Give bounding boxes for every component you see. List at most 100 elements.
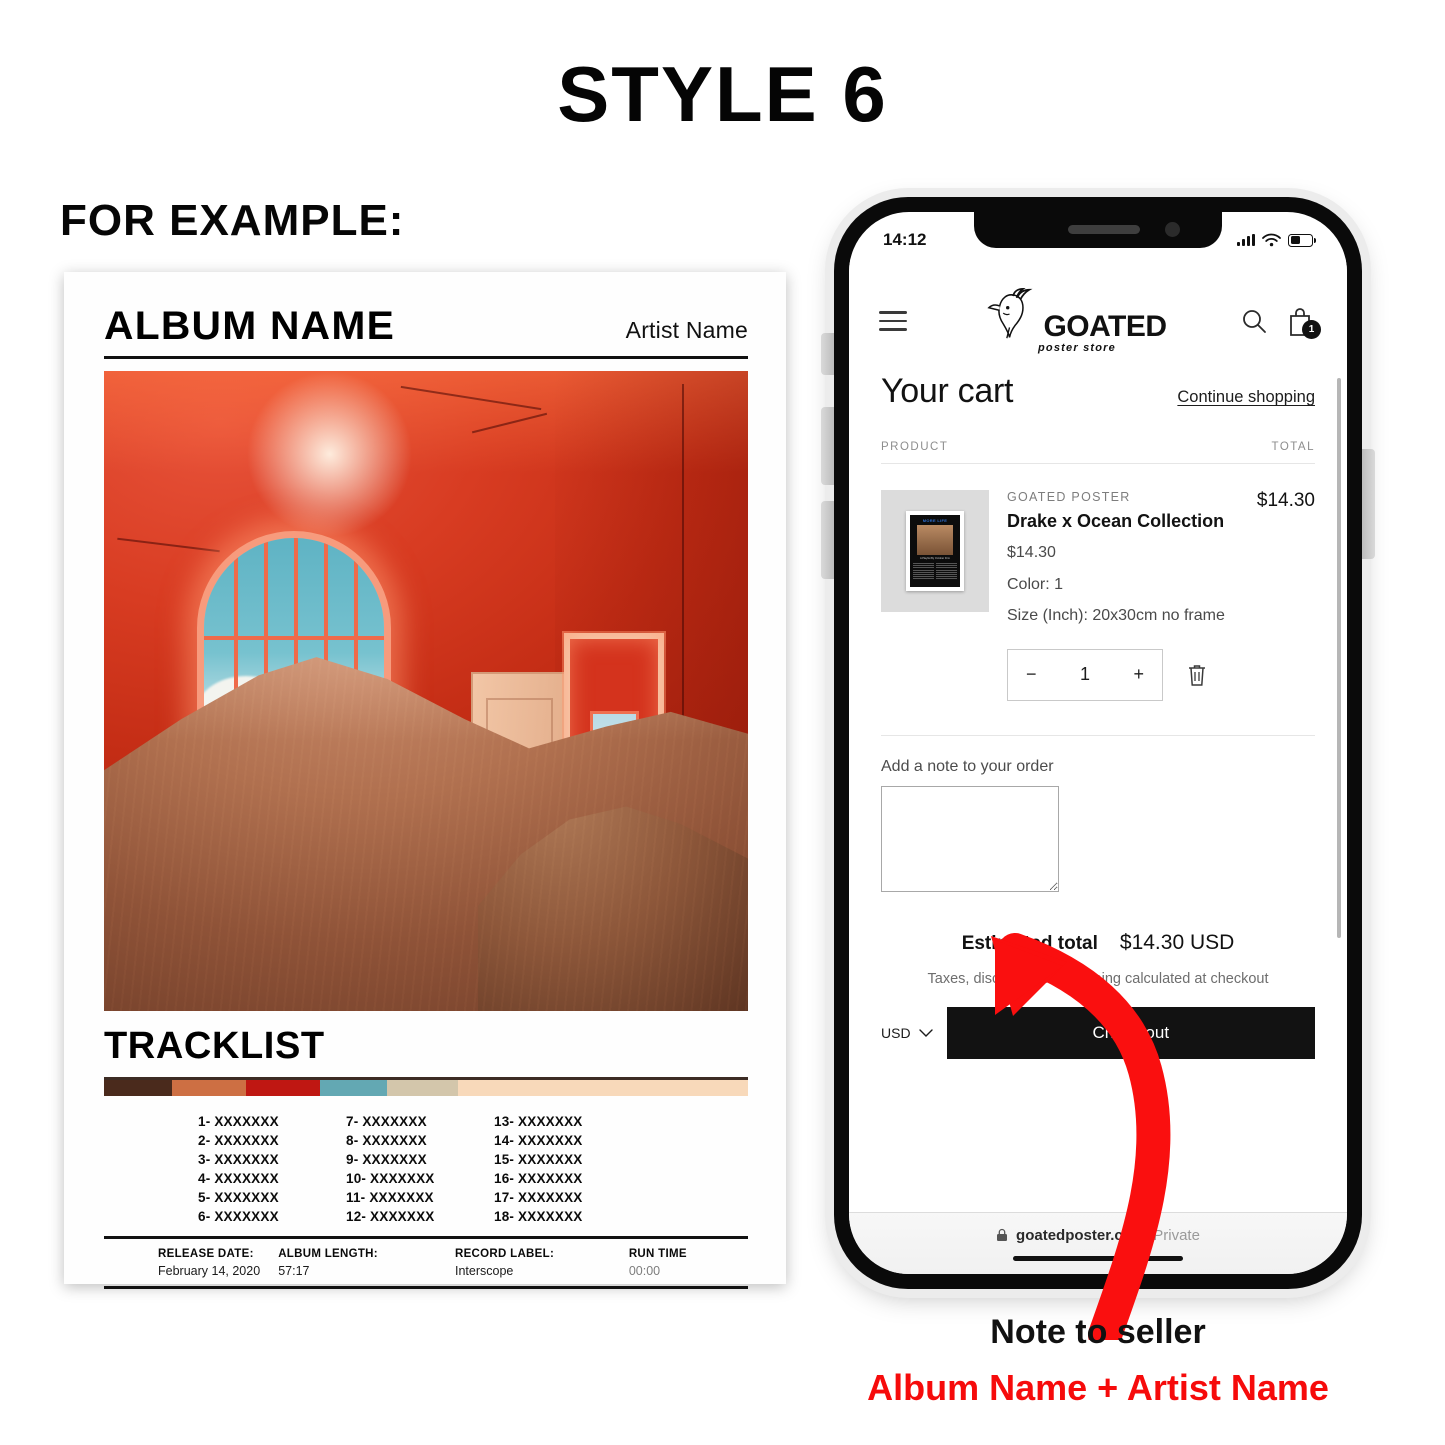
logo-wordmark: GOATED bbox=[1043, 310, 1167, 343]
thumbnail-photo bbox=[917, 525, 953, 555]
quantity-decrease-button[interactable]: − bbox=[1026, 664, 1037, 685]
artwork-sunlight-glow bbox=[245, 371, 414, 538]
thumbnail-tracklist bbox=[913, 563, 957, 584]
palette-swatch bbox=[245, 1080, 320, 1096]
quantity-increase-button[interactable]: + bbox=[1133, 664, 1144, 685]
page-scrollbar[interactable] bbox=[1337, 378, 1341, 938]
note-label: Add a note to your order bbox=[881, 757, 1054, 775]
track-item: 10- XXXXXXX bbox=[346, 1171, 435, 1186]
cart-title: Your cart bbox=[881, 372, 1014, 410]
track-item: 15- XXXXXXX bbox=[494, 1152, 583, 1167]
artwork-crack bbox=[681, 383, 684, 717]
track-item: 9- XXXXXXX bbox=[346, 1152, 427, 1167]
estimated-total-label: Estimated total bbox=[961, 932, 1098, 954]
poster-tracklist-title: TRACKLIST bbox=[104, 1025, 325, 1067]
tracklist-column-3: 13- XXXXXXX 14- XXXXXXX 15- XXXXXXX 16- … bbox=[494, 1114, 654, 1224]
currency-selector[interactable]: USD bbox=[881, 1025, 933, 1041]
for-example-label: FOR EXAMPLE: bbox=[60, 196, 405, 245]
cart-section: Your cart Continue shopping PRODUCT TOTA… bbox=[849, 362, 1347, 1059]
track-item: 4- XXXXXXX bbox=[198, 1171, 279, 1186]
album-artist-caption: Album Name + Artist Name bbox=[867, 1367, 1329, 1408]
thumbnail-poster-art: MORE LIFE A Playlist By October Firm bbox=[910, 515, 960, 587]
phone-notch bbox=[974, 212, 1222, 248]
menu-icon[interactable] bbox=[879, 305, 907, 337]
product-info: GOATED POSTER Drake x Ocean Collection $… bbox=[1007, 490, 1233, 627]
wifi-icon bbox=[1262, 233, 1281, 247]
status-indicators bbox=[1237, 233, 1316, 247]
site-logo[interactable]: GOATED poster store bbox=[987, 288, 1167, 354]
page-root: STYLE 6 FOR EXAMPLE: ALBUM NAME Artist N… bbox=[0, 0, 1445, 1445]
product-unit-price: $14.30 bbox=[1007, 544, 1056, 561]
column-header-total: TOTAL bbox=[1271, 441, 1315, 453]
meta-value: 57:17 bbox=[278, 1264, 310, 1278]
continue-shopping-link[interactable]: Continue shopping bbox=[1177, 388, 1315, 407]
product-option-size: Size (Inch): 20x30cm no frame bbox=[1007, 607, 1225, 625]
product-thumbnail[interactable]: MORE LIFE A Playlist By October Firm bbox=[881, 490, 989, 612]
tracklist-column-1: 1- XXXXXXX 2- XXXXXXX 3- XXXXXXX 4- XXXX… bbox=[198, 1114, 346, 1224]
url-text: goatedposter.com bbox=[1016, 1226, 1146, 1244]
browser-bottom-bar: goatedposter.com Private bbox=[849, 1212, 1347, 1274]
logo-tagline: poster store bbox=[1038, 342, 1116, 354]
tax-note: Taxes, discounts and shipping calculated… bbox=[927, 970, 1269, 987]
quantity-value[interactable]: 1 bbox=[1080, 664, 1090, 685]
cart-table-header: PRODUCT TOTAL bbox=[881, 441, 1315, 464]
search-icon[interactable] bbox=[1241, 308, 1267, 334]
earpiece-speaker-icon bbox=[1068, 225, 1141, 234]
thumbnail-frame: MORE LIFE A Playlist By October Firm bbox=[906, 511, 964, 591]
artwork-mullion bbox=[204, 635, 384, 640]
order-note-input[interactable] bbox=[881, 785, 1059, 892]
tracklist-column-2: 7- XXXXXXX 8- XXXXXXX 9- XXXXXXX 10- XXX… bbox=[346, 1114, 494, 1224]
checkout-button[interactable]: Check out bbox=[946, 1006, 1315, 1059]
url-bar[interactable]: goatedposter.com Private bbox=[996, 1227, 1200, 1244]
track-item: 7- XXXXXXX bbox=[346, 1114, 427, 1129]
phone-power-button[interactable] bbox=[1362, 449, 1375, 559]
phone-mute-switch[interactable] bbox=[821, 333, 834, 375]
product-option-color: Color: 1 bbox=[1007, 575, 1064, 593]
track-item: 17- XXXXXXX bbox=[494, 1190, 583, 1205]
page-title: STYLE 6 bbox=[557, 50, 888, 138]
track-item: 14- XXXXXXX bbox=[494, 1133, 583, 1148]
meta-run-time: RUN TIME 00:00 bbox=[629, 1248, 748, 1278]
track-item: 6- XXXXXXX bbox=[198, 1209, 279, 1224]
meta-label: ALBUM LENGTH: bbox=[278, 1248, 378, 1260]
meta-label: RELEASE DATE: bbox=[158, 1248, 254, 1260]
poster-mockup: ALBUM NAME Artist Name TRACKLIST 1- XXXX… bbox=[64, 272, 786, 1289]
track-item: 16- XXXXXXX bbox=[494, 1171, 583, 1186]
track-item: 13- XXXXXXX bbox=[494, 1114, 583, 1129]
phone-screen: 14:12 GOATED poster store 1 Your cart Co… bbox=[849, 212, 1347, 1274]
track-item: 12- XXXXXXX bbox=[346, 1209, 435, 1224]
meta-label: RUN TIME bbox=[628, 1248, 687, 1260]
status-time: 14:12 bbox=[883, 230, 927, 249]
cart-totals: Estimated total $14.30 USD Taxes, discou… bbox=[881, 931, 1315, 987]
goat-head-icon bbox=[987, 288, 1033, 339]
quantity-stepper[interactable]: − 1 + bbox=[1007, 648, 1163, 701]
poster-inner: ALBUM NAME Artist Name TRACKLIST 1- XXXX… bbox=[104, 304, 748, 1289]
poster-artwork bbox=[104, 371, 748, 1011]
battery-icon bbox=[1288, 233, 1316, 247]
chevron-down-icon bbox=[918, 1029, 933, 1037]
note-to-seller-caption: Note to seller bbox=[990, 1313, 1206, 1351]
logo-row: GOATED bbox=[987, 288, 1167, 343]
track-item: 8- XXXXXXX bbox=[346, 1133, 427, 1148]
cellular-signal-icon bbox=[1237, 234, 1255, 246]
product-name[interactable]: Drake x Ocean Collection bbox=[1007, 511, 1233, 532]
poster-artist-name: Artist Name bbox=[625, 317, 748, 343]
phone-volume-up-button[interactable] bbox=[821, 407, 834, 485]
phone-volume-down-button[interactable] bbox=[821, 501, 834, 579]
lock-icon bbox=[997, 1228, 1008, 1241]
palette-swatch bbox=[104, 1080, 172, 1096]
cart-divider bbox=[881, 734, 1315, 736]
delete-icon[interactable] bbox=[1187, 663, 1207, 687]
cart-line-item: MORE LIFE A Playlist By October Firm GOA… bbox=[881, 464, 1315, 627]
site-header: GOATED poster store 1 bbox=[849, 258, 1347, 362]
poster-header-rule bbox=[104, 356, 748, 359]
poster-album-name: ALBUM NAME bbox=[104, 304, 396, 348]
header-actions: 1 bbox=[1241, 305, 1321, 339]
palette-swatch bbox=[319, 1080, 388, 1096]
meta-record-label: RECORD LABEL: Interscope bbox=[455, 1248, 629, 1278]
home-indicator bbox=[1013, 1255, 1183, 1261]
thumbnail-caption: A Playlist By October Firm bbox=[919, 557, 951, 560]
cart-button[interactable]: 1 bbox=[1287, 305, 1321, 339]
meta-album-length: ALBUM LENGTH: 57:17 bbox=[278, 1248, 455, 1278]
currency-value: USD bbox=[881, 1024, 911, 1041]
